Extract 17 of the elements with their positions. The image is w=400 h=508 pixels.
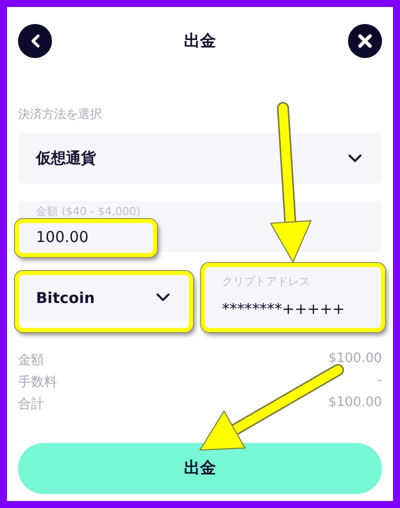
summary-value: $100.00 bbox=[328, 351, 382, 368]
back-button[interactable] bbox=[18, 24, 52, 58]
close-button[interactable] bbox=[348, 24, 382, 58]
summary-label: 手数料 bbox=[18, 374, 57, 391]
summary-value: $100.00 bbox=[328, 395, 382, 412]
summary-label: 合計 bbox=[18, 396, 44, 413]
chevron-down-icon bbox=[156, 293, 170, 302]
back-icon bbox=[30, 34, 40, 48]
close-icon bbox=[358, 34, 372, 48]
payment-method-select[interactable]: 仮想通貨 bbox=[18, 133, 382, 184]
withdraw-button[interactable]: 出金 bbox=[18, 443, 382, 494]
crypto-select[interactable]: Bitcoin bbox=[18, 274, 190, 321]
chevron-down-icon bbox=[348, 154, 362, 163]
summary-label: 金額 bbox=[18, 352, 44, 369]
summary-value: - bbox=[377, 373, 382, 390]
page-title: 出金 bbox=[184, 30, 216, 52]
section-label: 決済方法を選択 bbox=[18, 106, 103, 123]
